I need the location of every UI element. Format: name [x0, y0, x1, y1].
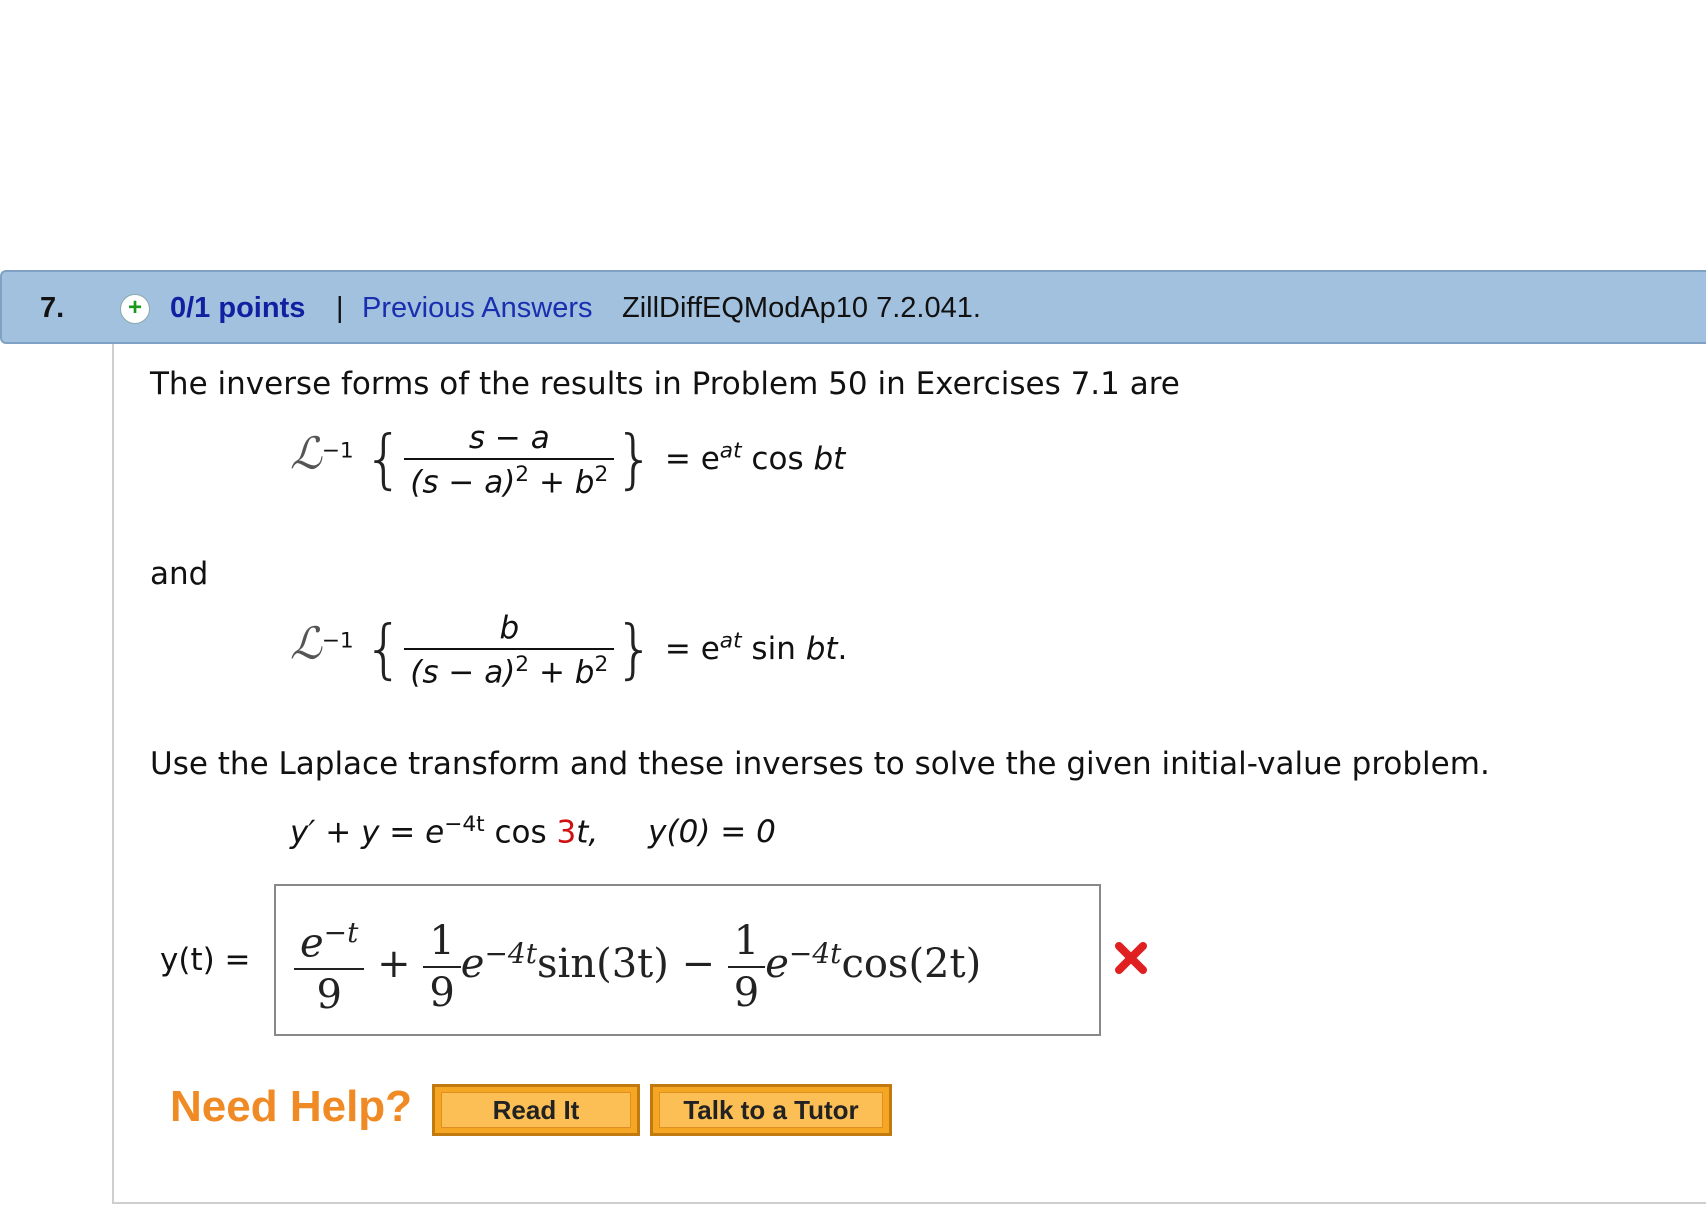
left-brace: {	[363, 423, 405, 498]
term3-function: cos(2t)	[841, 941, 982, 988]
fraction: b (s − a)2 + b2	[404, 610, 615, 690]
ivp-initial-condition: y(0) = 0	[648, 814, 776, 851]
points-label: 0/1 points	[170, 292, 306, 324]
left-brace: {	[363, 613, 405, 688]
ivp-t: t,	[576, 814, 599, 851]
talk-to-tutor-button[interactable]: Talk to a Tutor	[650, 1084, 892, 1136]
laplace-operator: ℒ	[290, 428, 322, 480]
ivp-exponent: −4t	[444, 812, 485, 837]
answer-expression: e−t 9 + 1 9 e−4tsin(3t) − 1 9 e−4tcos(2t…	[294, 916, 981, 1018]
formula-inverse-sin: ℒ−1 { b (s − a)2 + b2 } = eat sin bt.	[290, 610, 847, 690]
ivp-coefficient: 3	[556, 814, 577, 851]
previous-answers-link[interactable]: Previous Answers	[362, 292, 593, 325]
numerator: b	[499, 610, 520, 646]
read-it-button[interactable]: Read It	[432, 1084, 640, 1136]
fraction: s − a (s − a)2 + b2	[404, 420, 615, 500]
read-it-label: Read It	[441, 1092, 631, 1128]
plus-sign: +	[377, 941, 411, 988]
instruction-text: Use the Laplace transform and these inve…	[150, 746, 1490, 782]
denominator: (s − a)2 + b2	[404, 648, 615, 690]
term3-exponent: −4t	[788, 936, 842, 970]
term2-fraction: 1 9	[423, 918, 461, 1016]
operator-superscript: −1	[321, 438, 354, 464]
formula-inverse-cos: ℒ−1 { s − a (s − a)2 + b2 } = eat cos bt	[290, 420, 845, 500]
question-header: 7. + 0/1 points | Previous Answers ZillD…	[0, 270, 1706, 344]
intro-text: The inverse forms of the results in Prob…	[150, 366, 1180, 402]
x-mark-icon	[1113, 940, 1149, 980]
question-reference: ZillDiffEQModAp10 7.2.041.	[622, 292, 981, 324]
ivp-cos: cos	[484, 814, 557, 851]
denominator: (s − a)2 + b2	[404, 458, 615, 500]
numerator: s − a	[468, 420, 550, 456]
term1-fraction: e−t 9	[294, 916, 365, 1018]
term2-e: e	[460, 941, 485, 988]
talk-to-tutor-label: Talk to a Tutor	[659, 1092, 883, 1128]
laplace-operator: ℒ	[290, 618, 322, 670]
rhs: = eat sin bt.	[664, 628, 848, 667]
term2-function: sin(3t)	[537, 941, 669, 988]
term2-exponent: −4t	[484, 936, 537, 970]
expand-plus-icon[interactable]: +	[120, 294, 150, 324]
right-brace: }	[614, 613, 656, 688]
need-help-title: Need Help?	[170, 1082, 413, 1131]
term3-e: e	[765, 941, 789, 988]
answer-label: y(t) =	[160, 942, 251, 978]
separator: |	[336, 292, 344, 324]
minus-sign: −	[681, 941, 716, 988]
term3-fraction: 1 9	[727, 918, 766, 1016]
question-number: 7.	[40, 292, 65, 324]
operator-superscript: −1	[321, 628, 354, 654]
answer-input[interactable]: e−t 9 + 1 9 e−4tsin(3t) − 1 9 e−4tcos(2t…	[274, 884, 1101, 1036]
initial-value-problem: y′ + y = e−4t cos 3t, y(0) = 0	[290, 812, 776, 850]
right-brace: }	[614, 423, 656, 498]
and-text: and	[150, 556, 209, 592]
rhs: = eat cos bt	[664, 438, 846, 477]
ivp-lhs: y′ + y = e	[290, 814, 445, 851]
